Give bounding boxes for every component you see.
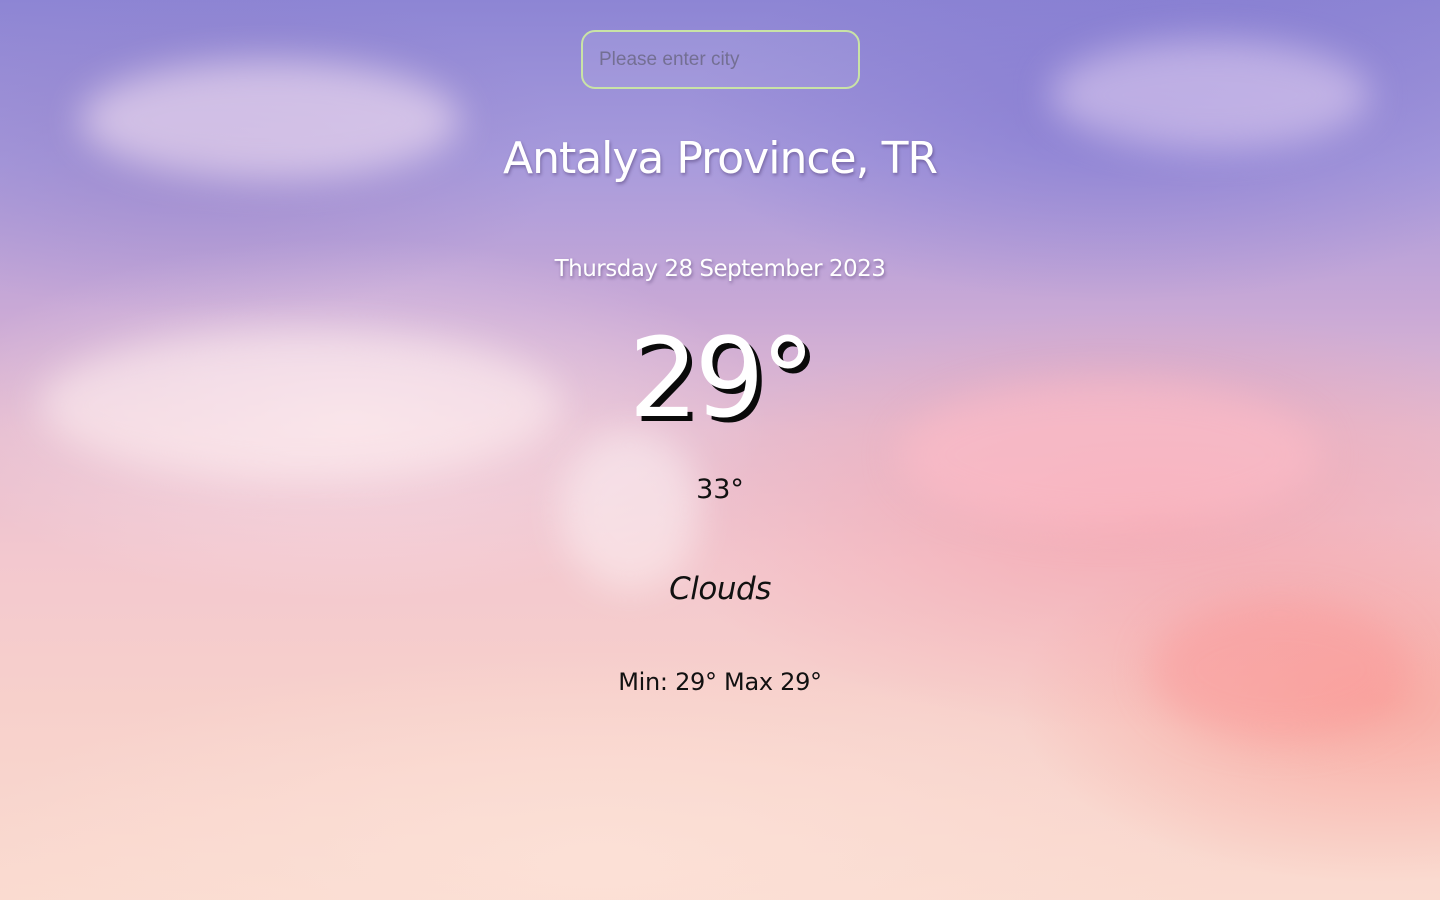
- current-date: Thursday 28 September 2023: [554, 256, 886, 282]
- location-name: Antalya Province, TR: [502, 133, 938, 184]
- max-value: 29°: [780, 668, 822, 696]
- min-value: 29°: [675, 668, 717, 696]
- current-temperature: 29°: [628, 314, 816, 442]
- min-label: Min:: [618, 668, 668, 696]
- background-cloud: [560, 430, 700, 590]
- max-label: Max: [724, 668, 773, 696]
- feels-like-temperature: 33°: [696, 474, 744, 505]
- city-search-input[interactable]: [581, 30, 860, 89]
- city-search: [581, 30, 860, 89]
- min-max-temperature: Min: 29° Max 29°: [0, 668, 1440, 696]
- weather-condition: Clouds: [669, 571, 771, 607]
